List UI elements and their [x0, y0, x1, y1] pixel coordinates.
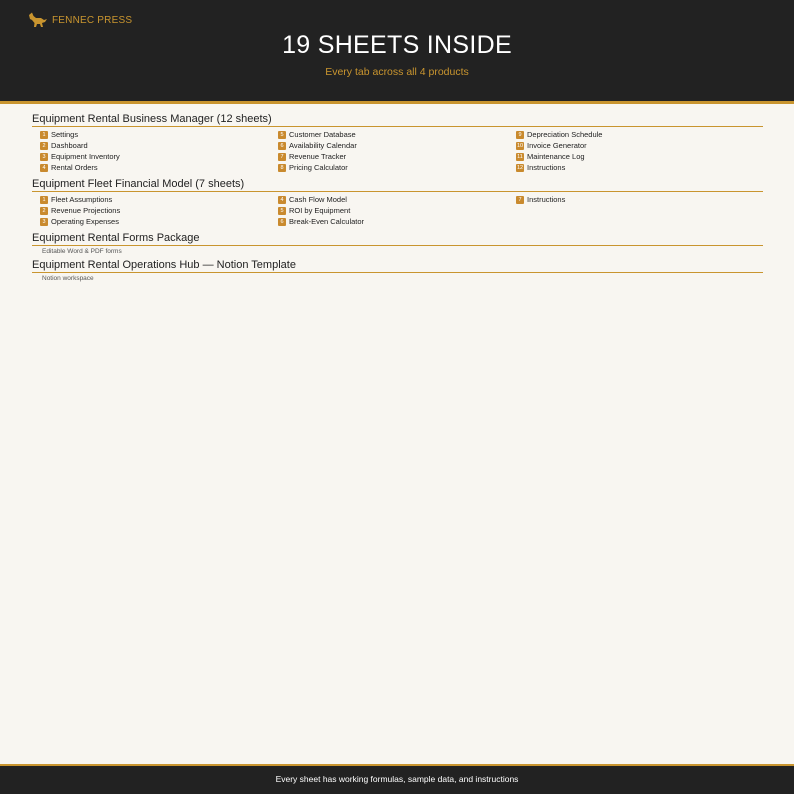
sheet-number-badge: 2 [40, 206, 48, 215]
sheet-item: 1 Fleet Assumptions [40, 195, 278, 204]
sheet-number-badge: 2 [40, 141, 48, 150]
sheet-item: 5 Customer Database [278, 130, 516, 139]
sheet-name: Rental Orders [51, 163, 98, 172]
product-list: Equipment Rental Business Manager (12 sh… [32, 113, 763, 286]
sheet-number-badge: 3 [40, 217, 48, 226]
product-title: Equipment Fleet Financial Model (7 sheet… [32, 178, 763, 192]
sheet-name: Availability Calendar [289, 141, 357, 150]
sheet-item: 3 Equipment Inventory [40, 152, 278, 161]
fox-icon [28, 12, 48, 28]
sheet-item: 7 Revenue Tracker [278, 152, 516, 161]
sheet-name: Revenue Projections [51, 206, 121, 215]
sheet-item: 6 Break-Even Calculator [278, 217, 516, 226]
sheet-number-badge: 3 [40, 152, 48, 161]
sheet-item: 2 Dashboard [40, 141, 278, 150]
sheet-item: 4 Cash Flow Model [278, 195, 516, 204]
sheet-item: 8 Pricing Calculator [278, 163, 516, 172]
sheet-number-badge: 4 [278, 195, 286, 204]
sheet-number-badge: 8 [278, 163, 286, 172]
product-fleet-financial-model: Equipment Fleet Financial Model (7 sheet… [32, 178, 763, 226]
sheet-name: Customer Database [289, 130, 356, 139]
sheet-name: Dashboard [51, 141, 88, 150]
sheet-item: 4 Rental Orders [40, 163, 278, 172]
sheet-item: 7 Instructions [516, 195, 754, 204]
sheet-number-badge: 1 [40, 195, 48, 204]
sheet-name: Operating Expenses [51, 217, 119, 226]
sheet-grid: 1 Fleet Assumptions 2 Revenue Projections … [32, 195, 763, 226]
sheet-name: Break-Even Calculator [289, 217, 365, 226]
sheet-item: 1 Settings [40, 130, 278, 139]
sheet-name: Settings [51, 130, 79, 139]
product-subtitle: Notion workspace [42, 275, 94, 282]
sheet-number-badge: 5 [278, 130, 286, 139]
sheet-number-badge: 6 [278, 217, 286, 226]
sheet-number-badge: 7 [278, 152, 286, 161]
sheet-name: Fleet Assumptions [51, 195, 113, 204]
sheet-number-badge: 5 [278, 206, 286, 215]
product-subtitle: Editable Word & PDF forms [42, 248, 122, 255]
product-business-manager: Equipment Rental Business Manager (12 sh… [32, 113, 763, 172]
sheet-name: Pricing Calculator [289, 163, 348, 172]
sheet-name: Depreciation Schedule [527, 130, 603, 139]
sheet-item: 9 Depreciation Schedule [516, 130, 754, 139]
sheet-name: Equipment Inventory [51, 152, 120, 161]
sheet-number-badge: 10 [516, 141, 524, 150]
sheet-name: Invoice Generator [527, 141, 587, 150]
footer-text: Every sheet has working formulas, sample… [275, 774, 519, 784]
sheet-name: Maintenance Log [527, 152, 585, 161]
sheet-number-badge: 7 [516, 195, 524, 204]
sheet-number-badge: 12 [516, 163, 524, 172]
sheet-item: 11 Maintenance Log [516, 152, 754, 161]
sheet-grid: 1 Settings 2 Dashboard 3 Equipment Inventor… [32, 130, 763, 172]
sheet-name: Revenue Tracker [289, 152, 347, 161]
sheet-number-badge: 4 [40, 163, 48, 172]
product-forms-package: Equipment Rental Forms Package Editable … [32, 232, 763, 255]
footer: Every sheet has working formulas, sample… [0, 764, 794, 794]
product-title: Equipment Rental Business Manager (12 sh… [32, 113, 763, 127]
sheet-number-badge: 1 [40, 130, 48, 139]
sheet-item: 12 Instructions [516, 163, 754, 172]
sheet-item: 6 Availability Calendar [278, 141, 516, 150]
page-subtitle: Every tab across all 4 products [325, 66, 469, 78]
sheet-number-badge: 6 [278, 141, 286, 150]
sheet-item: 5 ROI by Equipment [278, 206, 516, 215]
sheet-number-badge: 9 [516, 130, 524, 139]
brand: FENNEC PRESS [28, 12, 132, 28]
brand-name: FENNEC PRESS [52, 14, 133, 26]
sheet-item: 2 Revenue Projections [40, 206, 278, 215]
sheet-name: Instructions [527, 163, 566, 172]
sheet-name: ROI by Equipment [289, 206, 351, 215]
product-title: Equipment Rental Operations Hub — Notion… [32, 259, 763, 273]
header: FENNEC PRESS 19 SHEETS INSIDE Every tab … [0, 0, 794, 104]
sheet-number-badge: 11 [516, 152, 524, 161]
sheet-item: 3 Operating Expenses [40, 217, 278, 226]
sheet-name: Instructions [527, 195, 566, 204]
page-title: 19 SHEETS INSIDE [282, 31, 512, 59]
product-title: Equipment Rental Forms Package [32, 232, 763, 246]
product-operations-hub: Equipment Rental Operations Hub — Notion… [32, 259, 763, 282]
sheet-name: Cash Flow Model [289, 195, 347, 204]
sheet-item: 10 Invoice Generator [516, 141, 754, 150]
